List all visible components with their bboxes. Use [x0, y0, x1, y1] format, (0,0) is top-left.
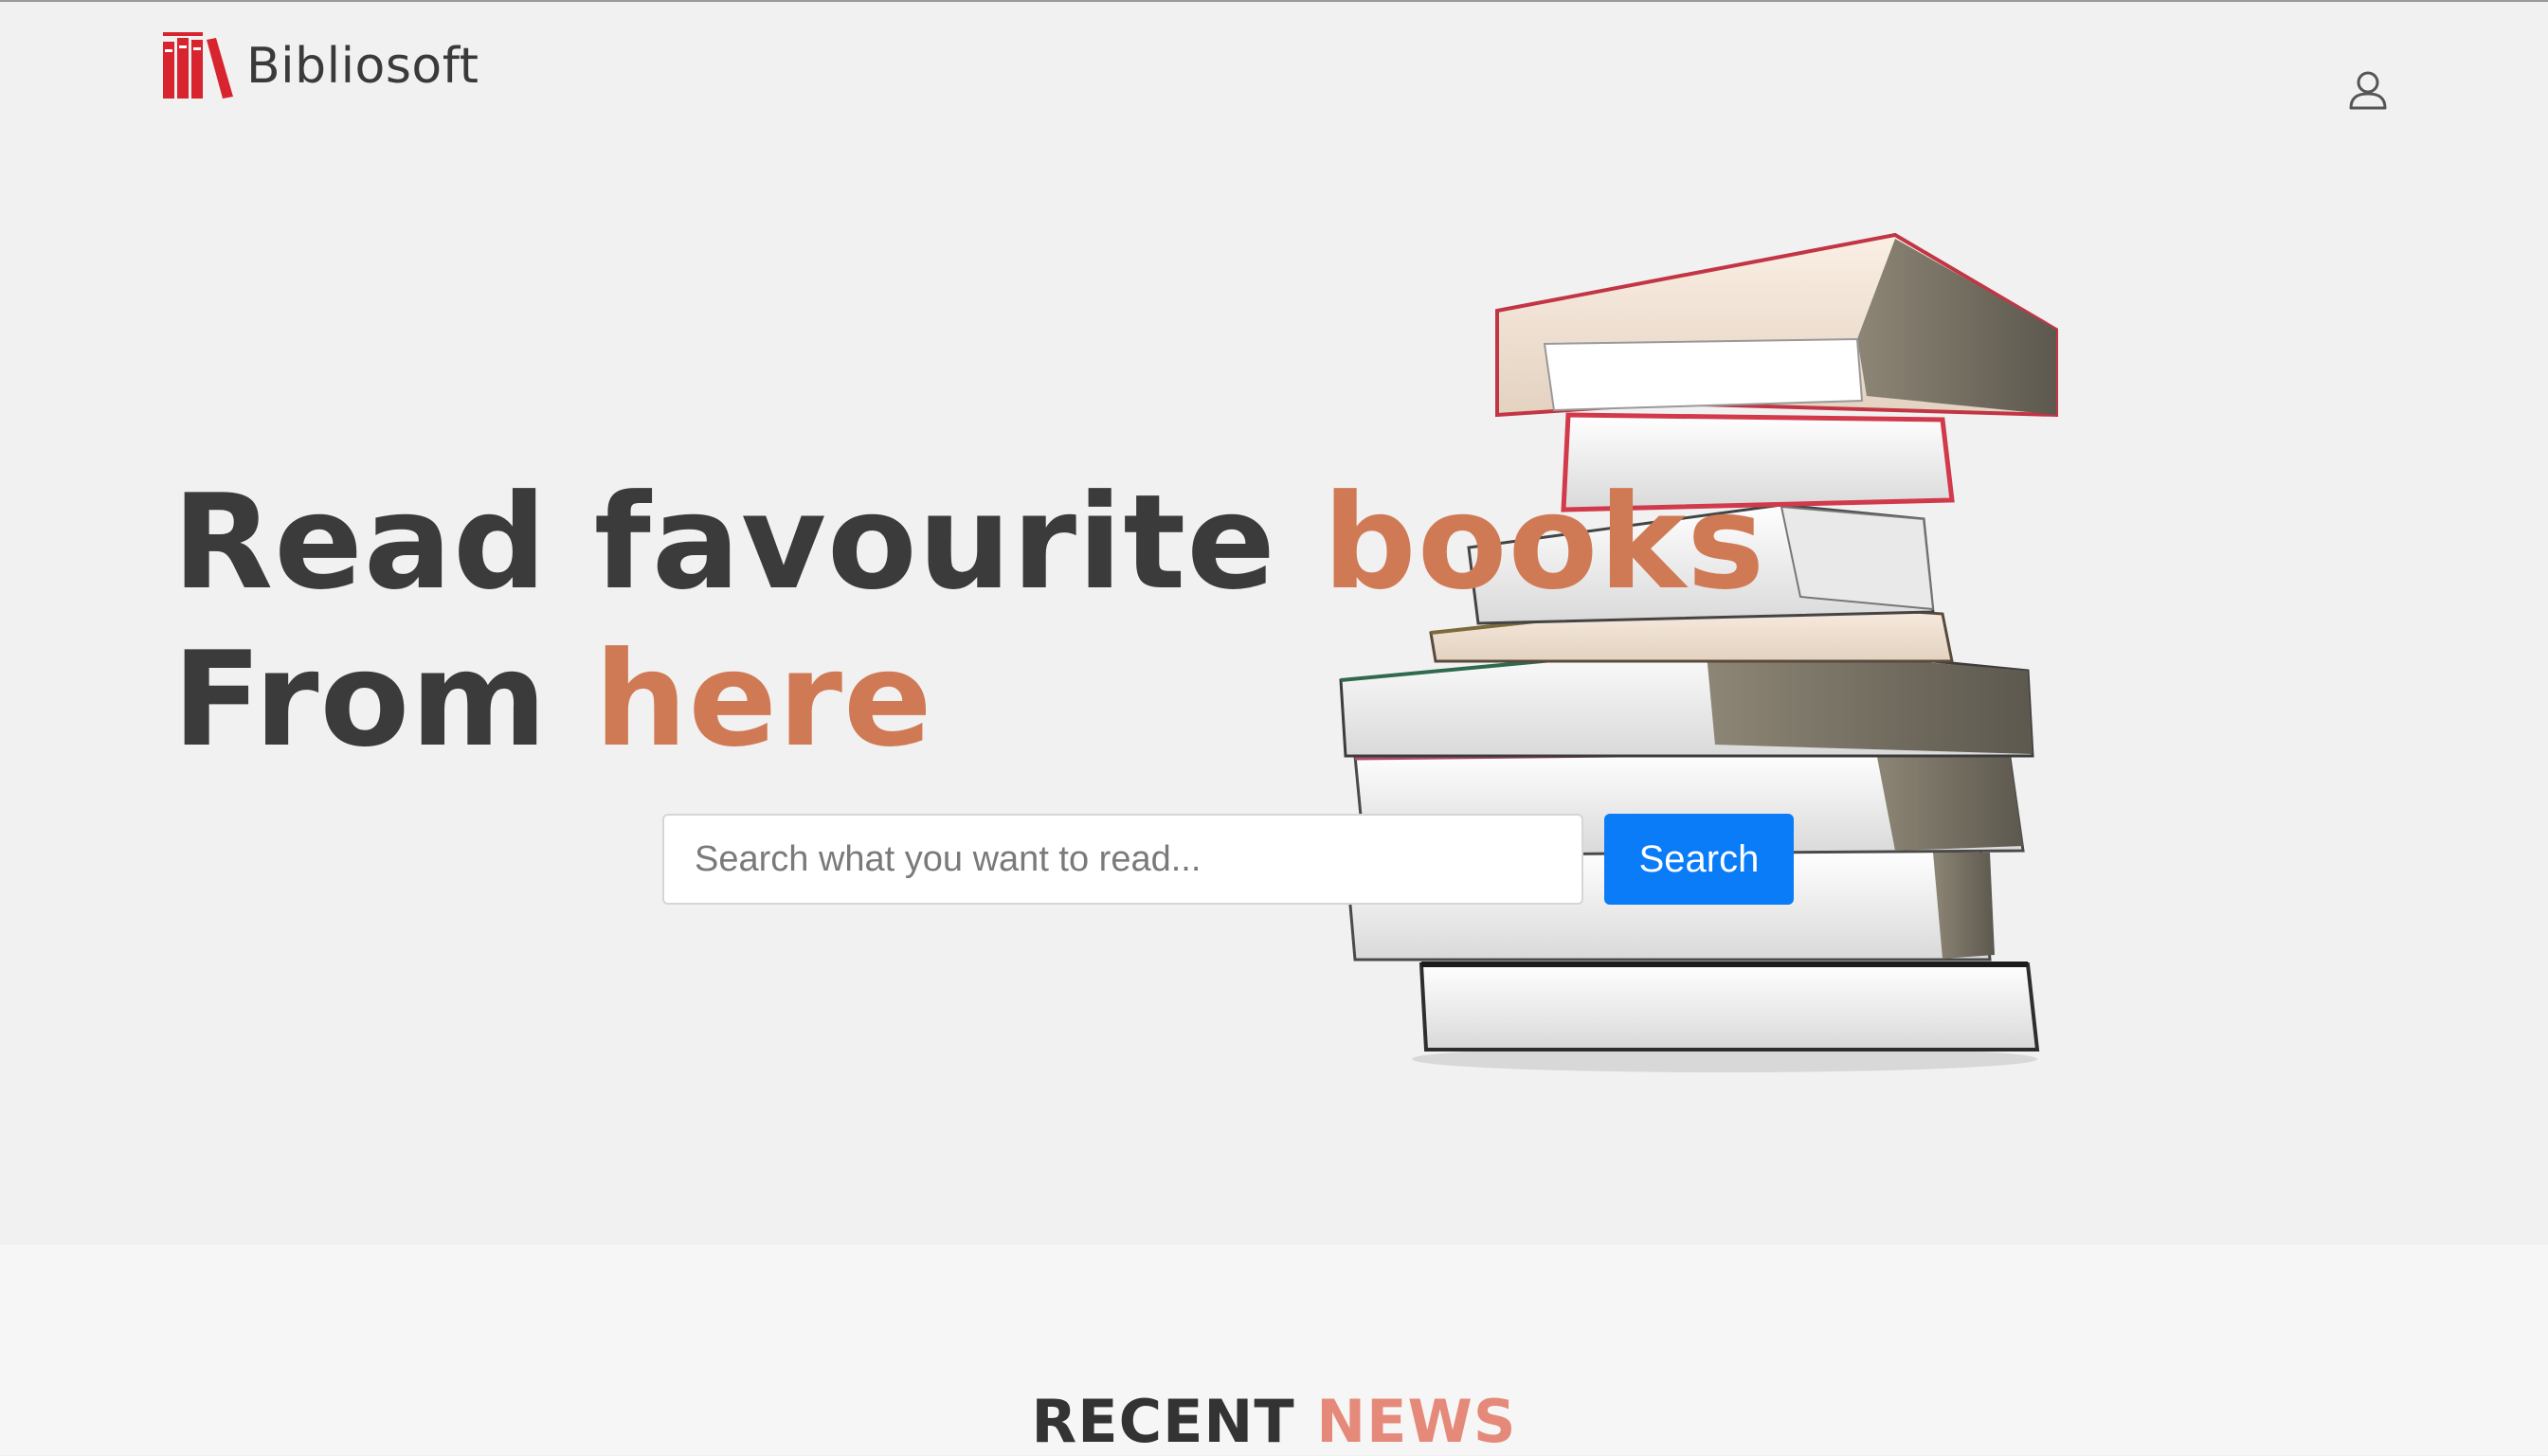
- news-title-main: RECENT: [1031, 1387, 1317, 1456]
- brand-link[interactable]: Bibliosoft: [163, 30, 479, 102]
- recent-news-title: RECENT NEWS: [0, 1387, 2548, 1456]
- search-form: Search: [662, 814, 1794, 905]
- recent-news-section: RECENT NEWS: [0, 1245, 2548, 1456]
- search-input[interactable]: [662, 814, 1583, 905]
- brand-name: Bibliosoft: [246, 38, 479, 95]
- headline-line1-text: Read favourite: [172, 466, 1323, 619]
- news-title-accent: NEWS: [1316, 1387, 1517, 1456]
- headline-line2-text: From: [172, 623, 595, 776]
- hero-section: Bibliosoft Read favourite books From her…: [0, 2, 2548, 1245]
- user-icon[interactable]: [2346, 68, 2390, 112]
- search-button[interactable]: Search: [1604, 814, 1794, 905]
- headline-line2-accent: here: [594, 623, 933, 776]
- headline-line1-accent: books: [1322, 466, 1766, 619]
- hero-headline: Read favourite books From here: [172, 464, 1765, 779]
- books-logo-icon: [163, 32, 233, 99]
